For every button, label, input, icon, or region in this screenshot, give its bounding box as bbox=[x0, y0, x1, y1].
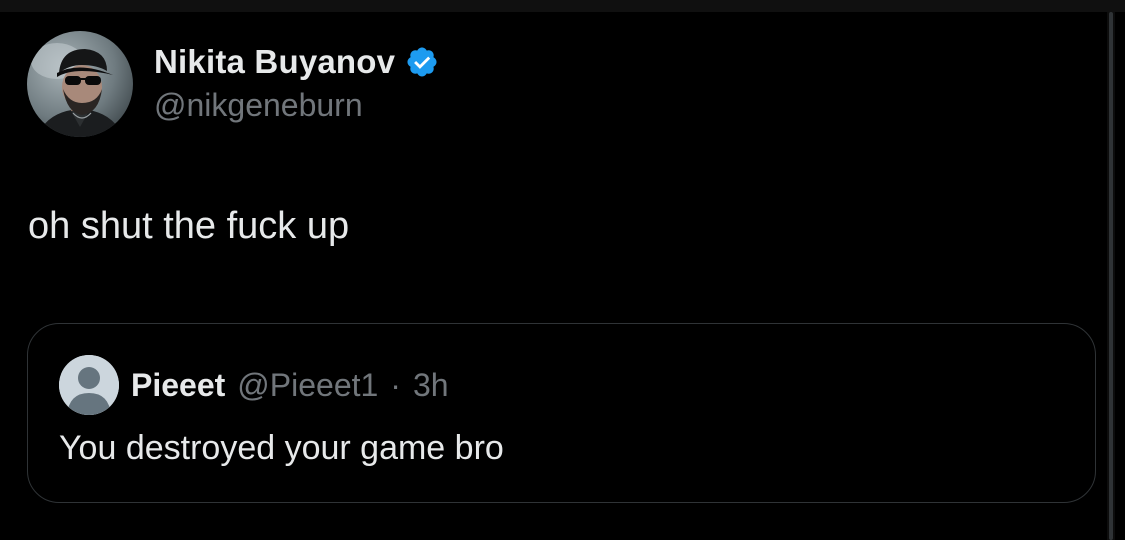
scrollbar-thumb[interactable] bbox=[1109, 12, 1113, 540]
quoted-author-avatar[interactable] bbox=[59, 355, 119, 415]
verified-badge-icon[interactable] bbox=[405, 45, 439, 79]
author-name[interactable]: Nikita Buyanov bbox=[154, 43, 395, 81]
author-avatar[interactable] bbox=[27, 31, 133, 137]
tweet-text: oh shut the fuck up bbox=[28, 205, 350, 247]
dot-separator: · bbox=[390, 366, 401, 403]
top-edge-strip bbox=[0, 0, 1125, 12]
quoted-author-handle[interactable]: @Pieeet1 bbox=[237, 367, 378, 404]
quoted-tweet-header: Pieeet @Pieeet1 · 3h bbox=[131, 362, 449, 408]
default-user-avatar-icon bbox=[59, 355, 119, 415]
quoted-author-name[interactable]: Pieeet bbox=[131, 367, 225, 404]
quoted-tweet-timestamp[interactable]: 3h bbox=[413, 367, 449, 404]
author-name-row: Nikita Buyanov bbox=[154, 40, 439, 84]
quoted-tweet-card[interactable]: Pieeet @Pieeet1 · 3h You destroyed your … bbox=[27, 323, 1096, 503]
user-photo-avatar-icon bbox=[27, 31, 133, 137]
scrollbar[interactable] bbox=[1107, 12, 1115, 540]
quoted-tweet-text: You destroyed your game bro bbox=[59, 429, 504, 467]
author-handle[interactable]: @nikgeneburn bbox=[154, 87, 363, 124]
